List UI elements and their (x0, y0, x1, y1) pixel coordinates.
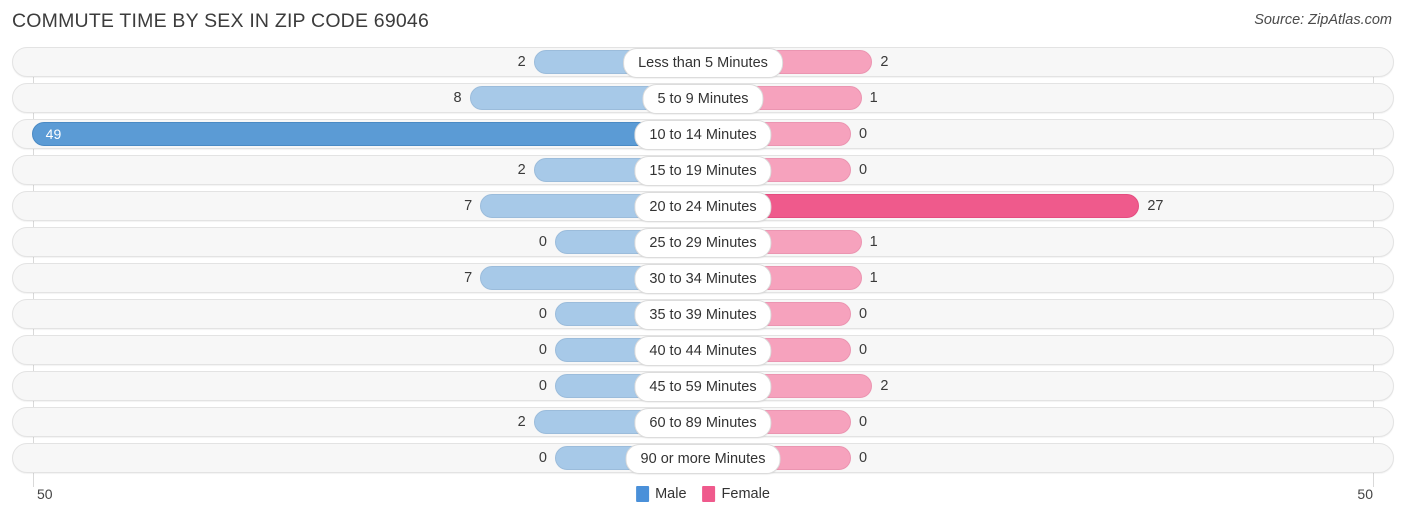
chart-row: 0 0 35 to 39 Minutes (0, 299, 1406, 330)
value-label-female: 0 (859, 126, 868, 142)
page-title: COMMUTE TIME BY SEX IN ZIP CODE 69046 (12, 10, 430, 32)
chart-rows: 2 2 Less than 5 Minutes 8 1 5 to 9 Minutes 49 0… (0, 47, 1406, 479)
value-label-male: 8 (453, 90, 462, 106)
value-label-female: 27 (1147, 198, 1164, 214)
chart-row: 2 0 60 to 89 Minutes (0, 407, 1406, 438)
commute-time-chart: COMMUTE TIME BY SEX IN ZIP CODE 69046 So… (0, 0, 1406, 523)
chart-row: 49 0 10 to 14 Minutes (0, 119, 1406, 150)
source-attribution: Source: ZipAtlas.com (1254, 12, 1392, 28)
legend-label: Female (721, 486, 770, 502)
category-label: 90 or more Minutes (625, 444, 781, 474)
chart-row: 0 0 40 to 44 Minutes (0, 335, 1406, 366)
value-label-male: 0 (538, 306, 547, 322)
category-label: 30 to 34 Minutes (634, 264, 772, 294)
chart-legend: Male Female (636, 486, 770, 502)
value-label-male: 2 (517, 162, 526, 178)
value-label-male: 0 (538, 234, 547, 250)
value-label-female: 1 (869, 90, 878, 106)
chart-header: COMMUTE TIME BY SEX IN ZIP CODE 69046 So… (0, 0, 1406, 44)
legend-swatch-male (636, 486, 650, 502)
value-label-female: 0 (859, 162, 868, 178)
value-label-female: 0 (859, 450, 868, 466)
category-label: 45 to 59 Minutes (634, 372, 772, 402)
category-label: 5 to 9 Minutes (642, 84, 764, 114)
category-label: 15 to 19 Minutes (634, 156, 772, 186)
value-label-male: 0 (538, 450, 547, 466)
category-label: Less than 5 Minutes (623, 48, 783, 78)
chart-row: 7 1 30 to 34 Minutes (0, 263, 1406, 294)
axis-tick-right: 50 (1357, 486, 1373, 502)
value-label-female: 2 (880, 54, 889, 70)
chart-row: 7 27 20 to 24 Minutes (0, 191, 1406, 222)
legend-swatch-female (702, 486, 716, 502)
value-label-female: 1 (869, 234, 878, 250)
chart-row: 0 1 25 to 29 Minutes (0, 227, 1406, 258)
legend-label: Male (655, 486, 687, 502)
chart-row: 2 2 Less than 5 Minutes (0, 47, 1406, 78)
chart-row: 0 2 45 to 59 Minutes (0, 371, 1406, 402)
axis-tick-left: 50 (37, 486, 53, 502)
legend-item[interactable]: Male (636, 486, 687, 502)
chart-row: 8 1 5 to 9 Minutes (0, 83, 1406, 114)
chart-row: 2 0 15 to 19 Minutes (0, 155, 1406, 186)
value-label-male: 7 (464, 198, 473, 214)
chart-row: 0 0 90 or more Minutes (0, 443, 1406, 474)
chart-footer: 50 50 Male Female (0, 482, 1406, 522)
value-label-female: 0 (859, 342, 868, 358)
value-label-male: 2 (517, 414, 526, 430)
category-label: 20 to 24 Minutes (634, 192, 772, 222)
chart-plot-area: 2 2 Less than 5 Minutes 8 1 5 to 9 Minutes 49 0… (0, 47, 1406, 487)
category-label: 25 to 29 Minutes (634, 228, 772, 258)
value-label-male: 49 (45, 126, 62, 142)
value-label-female: 0 (859, 306, 868, 322)
legend-item[interactable]: Female (702, 486, 770, 502)
category-label: 40 to 44 Minutes (634, 336, 772, 366)
value-label-male: 0 (538, 342, 547, 358)
value-label-female: 1 (869, 270, 878, 286)
value-label-male: 0 (538, 378, 547, 394)
value-label-male: 2 (517, 54, 526, 70)
category-label: 10 to 14 Minutes (634, 120, 772, 150)
value-label-female: 0 (859, 414, 868, 430)
category-label: 60 to 89 Minutes (634, 408, 772, 438)
value-label-male: 7 (464, 270, 473, 286)
value-label-female: 2 (880, 378, 889, 394)
category-label: 35 to 39 Minutes (634, 300, 772, 330)
bar-male (31, 122, 703, 146)
